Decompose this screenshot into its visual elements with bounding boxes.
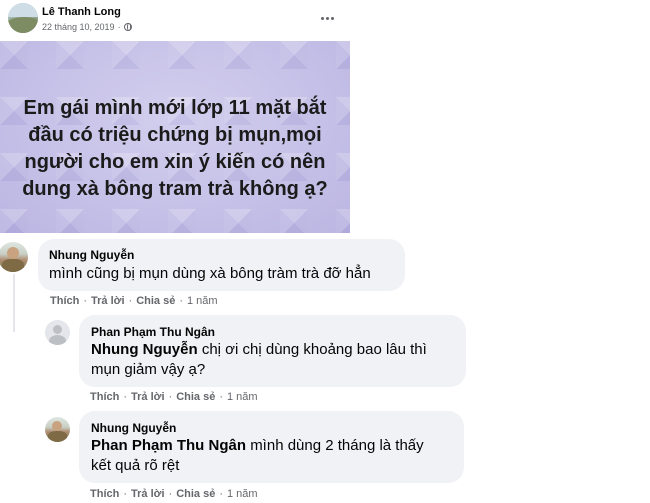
avatar-landscape [8,17,38,33]
comment-bubble: Nhung Nguyễn mình cũng bị mụn dùng xà bô… [38,239,405,291]
post-image-text: Em gái mình mới lớp 11 mặt bắt đầu có tr… [22,97,328,200]
comment-avatar[interactable] [0,242,28,272]
avatar-head [52,421,62,431]
action-separator: · [168,488,173,500]
post-author-avatar[interactable] [8,3,38,33]
mention-tag[interactable]: Nhung Nguyễn [91,341,202,358]
post-header: Lê Thanh Long 22 tháng 10, 2019 · [0,0,350,41]
reply-text: Nhung Nguyễn chị ơi chị dùng khoảng bao … [91,340,456,380]
action-separator: · [219,488,223,500]
mention-tag[interactable]: Phan Phạm Thu Ngân [91,437,250,454]
comment-body: mình cũng bị mụn dùng xà bông tràm trà đ… [49,265,371,282]
avatar-body [2,259,24,272]
share-button[interactable]: Chia sẻ [176,391,215,403]
reply-actions: Thích · Trả lời · Chia sẻ · 1 năm [90,488,258,500]
comment-time[interactable]: 1 năm [187,295,218,307]
comment-author[interactable]: Nhung Nguyễn [49,248,134,262]
reply-actions: Thích · Trả lời · Chia sẻ · 1 năm [90,391,258,403]
reply-button[interactable]: Trả lời [131,391,165,403]
avatar-head [7,247,19,259]
post-meta: 22 tháng 10, 2019 · [42,22,132,32]
reply-avatar[interactable] [45,320,70,345]
thread-line [13,274,15,332]
action-separator: · [128,295,133,307]
action-separator: · [219,391,223,403]
like-button[interactable]: Thích [50,295,79,307]
post-author-name[interactable]: Lê Thanh Long [42,6,121,18]
avatar-sky [8,3,38,17]
reply-bubble: Phan Phạm Thu Ngân Nhung Nguyễn chị ơi c… [79,315,466,387]
avatar-body [49,335,66,345]
like-button[interactable]: Thích [90,391,119,403]
reply-button[interactable]: Trả lời [91,295,125,307]
reply-avatar[interactable] [45,417,70,442]
share-button[interactable]: Chia sẻ [136,295,175,307]
like-button[interactable]: Thích [90,488,119,500]
reply-time[interactable]: 1 năm [227,391,258,403]
reply-author[interactable]: Nhung Nguyễn [91,421,176,435]
more-horizontal-icon [330,16,334,20]
reply-button[interactable]: Trả lời [131,488,165,500]
avatar-body [48,431,67,442]
reply-text: Phan Phạm Thu Ngân mình dùng 2 tháng là … [91,436,431,476]
reply-author[interactable]: Phan Phạm Thu Ngân [91,325,215,339]
post-date[interactable]: 22 tháng 10, 2019 [42,22,115,32]
post-image[interactable]: Em gái mình mới lớp 11 mặt bắt đầu có tr… [0,41,350,233]
action-separator: · [179,295,183,307]
comment-text: mình cũng bị mụn dùng xà bông tràm trà đ… [49,264,399,284]
action-separator: · [168,391,173,403]
action-separator: · [83,295,88,307]
action-separator: · [123,488,128,500]
avatar-head [53,325,62,334]
more-horizontal-icon [325,16,329,20]
more-options-button[interactable] [316,10,338,26]
share-button[interactable]: Chia sẻ [176,488,215,500]
comment-actions: Thích · Trả lời · Chia sẻ · 1 năm [50,295,218,307]
action-separator: · [123,391,128,403]
reply-bubble: Nhung Nguyễn Phan Phạm Thu Ngân mình dùn… [79,411,464,483]
globe-icon [123,23,132,31]
more-horizontal-icon [320,16,324,20]
reply-time[interactable]: 1 năm [227,488,258,500]
meta-separator: · [117,22,121,32]
